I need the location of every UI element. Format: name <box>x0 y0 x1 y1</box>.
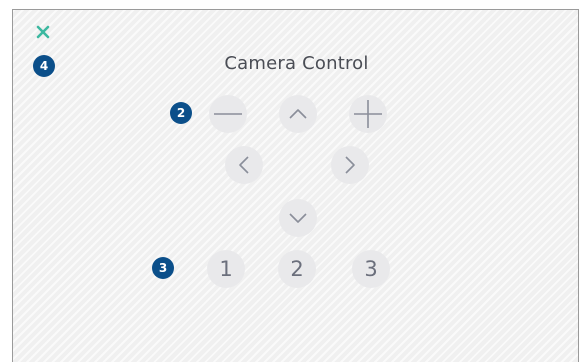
zoom-out-button[interactable] <box>209 95 247 133</box>
chevron-down-icon <box>288 212 308 224</box>
panel-title: Camera Control <box>224 53 369 74</box>
chevron-left-icon <box>238 155 250 175</box>
callout-badge-presets: 3 <box>152 257 174 279</box>
zoom-in-button[interactable] <box>349 95 387 133</box>
minus-icon <box>213 111 243 117</box>
preset-3-button[interactable]: 3 <box>352 250 390 288</box>
camera-control-panel: 4 Camera Control 2 3 1 2 3 <box>12 9 579 362</box>
chevron-right-icon <box>344 155 356 175</box>
plus-icon <box>353 99 383 129</box>
preset-2-button[interactable]: 2 <box>278 250 316 288</box>
pan-right-button[interactable] <box>331 146 369 184</box>
preset-1-button[interactable]: 1 <box>207 250 245 288</box>
tilt-up-button[interactable] <box>279 95 317 133</box>
close-icon[interactable] <box>35 24 51 40</box>
tilt-down-button[interactable] <box>279 199 317 237</box>
chevron-up-icon <box>288 108 308 120</box>
pan-left-button[interactable] <box>225 146 263 184</box>
callout-badge-zoom: 2 <box>170 102 192 124</box>
